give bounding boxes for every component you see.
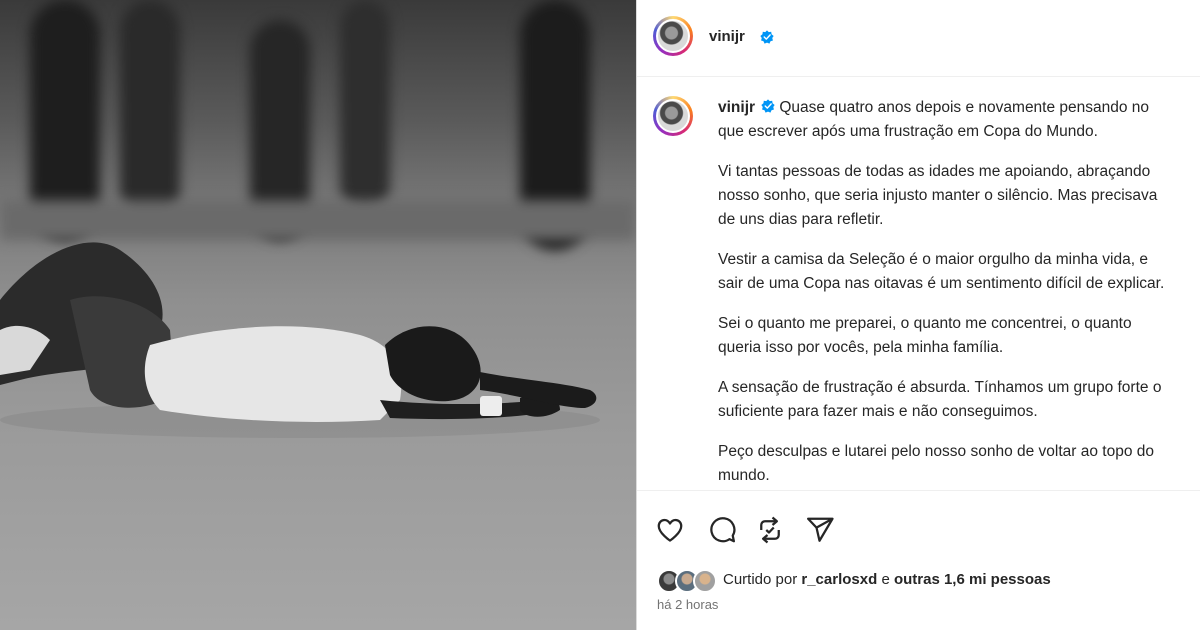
caption-text: Vi tantas pessoas de todas as idades me … (718, 163, 1151, 180)
caption-text: A sensação de frustração é absurda. Tính… (718, 379, 1162, 396)
send-icon[interactable] (805, 515, 835, 545)
instagram-post: vinijr vinijr Quase quatro anos depois e… (0, 0, 1200, 630)
caption-text: Sei o quanto me preparei, o quanto me co… (718, 315, 1132, 332)
caption-text: Vestir a camisa da Seleção é o maior org… (718, 251, 1148, 268)
repost-icon[interactable] (755, 515, 785, 545)
caption-text: Peço desculpas e lutarei pelo nosso sonh… (718, 443, 1155, 460)
player-lying-on-field (0, 242, 600, 438)
avatar (693, 569, 717, 593)
verified-badge-icon (761, 99, 776, 113)
post-side-panel: vinijr vinijr Quase quatro anos depois e… (637, 0, 1200, 630)
post-caption: vinijr Quase quatro anos depois e novame… (718, 96, 1200, 504)
caption-line: vinijr Quase quatro anos depois e novame… (718, 96, 1200, 120)
post-timestamp[interactable]: há 2 horas (657, 597, 718, 612)
caption-author-username[interactable]: vinijr (718, 99, 755, 116)
post-photo[interactable] (0, 0, 636, 630)
caption-text: nosso sonho, que seria injusto manter o … (718, 187, 1158, 204)
caption-text: que escrever após uma frustração em Copa… (718, 123, 1098, 140)
caption-text: queria isso por vocês, pela minha famíli… (718, 339, 1004, 356)
caption-text: sair de uma Copa nas oitavas é um sentim… (718, 275, 1165, 292)
caption-text: mundo. (718, 467, 770, 484)
comment-icon[interactable] (707, 515, 737, 545)
caption-author-avatar[interactable] (653, 96, 693, 136)
likes-conjunction: e (881, 571, 890, 588)
liked-by-username[interactable]: r_carlosxd (801, 571, 877, 588)
verified-badge-icon (760, 30, 774, 44)
likes-prefix: Curtido por (723, 571, 798, 588)
post-actions: Curtido por r_carlosxd e outras 1,6 mi p… (637, 490, 1200, 630)
heart-icon[interactable] (655, 515, 685, 545)
likes-summary: Curtido por r_carlosxd e outras 1,6 mi p… (723, 571, 1051, 588)
caption-text: suficiente para fazer mais e não consegu… (718, 403, 1038, 420)
caption-text: Quase quatro anos depois e novamente pen… (779, 99, 1150, 116)
author-username[interactable]: vinijr (709, 28, 745, 45)
likes-others-count[interactable]: outras 1,6 mi pessoas (894, 571, 1051, 588)
author-avatar[interactable] (653, 16, 693, 56)
post-header: vinijr (637, 0, 1200, 77)
caption-text: de uns dias para refletir. (718, 211, 884, 228)
